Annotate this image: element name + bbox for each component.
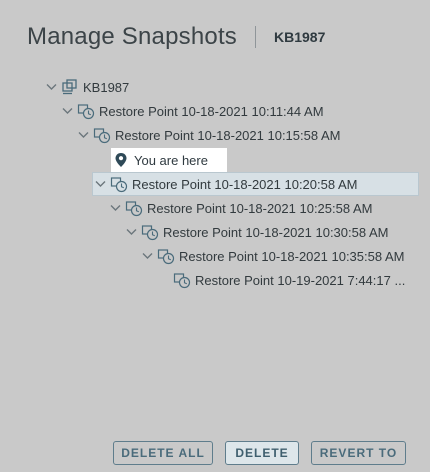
vm-name: KB1987 (274, 29, 326, 45)
chevron-down-icon[interactable] (76, 124, 90, 146)
manage-snapshots-dialog: Manage Snapshots KB1987 KB1987 Restore P… (0, 0, 430, 472)
tree-root-vm[interactable]: KB1987 (44, 76, 129, 98)
revert-to-button[interactable]: REVERT TO (311, 441, 406, 465)
snapshot-icon (125, 199, 143, 217)
tree-item-label: Restore Point 10-18-2021 10:11:44 AM (99, 103, 324, 119)
chevron-down-icon[interactable] (60, 100, 74, 122)
vm-icon (61, 78, 79, 96)
map-pin-icon (114, 152, 128, 168)
tree-item-snapshot-selected[interactable]: Restore Point 10-18-2021 10:20:58 AM (92, 172, 419, 196)
chevron-down-icon[interactable] (108, 197, 122, 219)
tree-item-snapshot[interactable]: Restore Point 10-18-2021 10:11:44 AM (60, 100, 324, 122)
snapshot-icon (173, 271, 191, 289)
tree-item-snapshot[interactable]: Restore Point 10-18-2021 10:25:58 AM (108, 197, 372, 219)
tree-item-label: Restore Point 10-18-2021 10:35:58 AM (179, 248, 405, 264)
chevron-down-icon[interactable] (44, 76, 58, 98)
tree-item-label: Restore Point 10-18-2021 10:20:58 AM (132, 176, 358, 192)
snapshot-icon (157, 247, 175, 265)
chevron-down-icon[interactable] (140, 245, 154, 267)
tree-item-snapshot[interactable]: Restore Point 10-18-2021 10:15:58 AM (76, 124, 340, 146)
snapshot-icon (77, 102, 95, 120)
tree-item-snapshot[interactable]: Restore Point 10-18-2021 10:30:58 AM (124, 221, 388, 243)
current-state-marker: You are here (111, 148, 227, 172)
tree-item-label: Restore Point 10-19-2021 7:44:17 ... (195, 272, 406, 288)
snapshot-icon (93, 126, 111, 144)
delete-button[interactable]: DELETE (225, 441, 299, 465)
dialog-title: Manage Snapshots (27, 23, 238, 50)
tree-item-label: Restore Point 10-18-2021 10:15:58 AM (115, 127, 341, 143)
tree-item-label: KB1987 (83, 79, 130, 95)
tree-item-snapshot[interactable]: Restore Point 10-18-2021 10:35:58 AM (140, 245, 404, 267)
snapshot-icon (110, 175, 128, 193)
header-divider (255, 26, 257, 48)
chevron-down-icon[interactable] (124, 221, 138, 243)
dialog-header: Manage Snapshots KB1987 (27, 20, 325, 54)
snapshot-icon (141, 223, 159, 241)
tree-item-label: Restore Point 10-18-2021 10:30:58 AM (163, 224, 389, 240)
chevron-down-icon[interactable] (93, 173, 107, 195)
tree-item-label: Restore Point 10-18-2021 10:25:58 AM (147, 200, 373, 216)
current-state-label: You are here (134, 152, 208, 168)
tree-item-snapshot[interactable]: Restore Point 10-19-2021 7:44:17 ... (170, 269, 405, 291)
delete-all-button[interactable]: DELETE ALL (113, 441, 213, 465)
